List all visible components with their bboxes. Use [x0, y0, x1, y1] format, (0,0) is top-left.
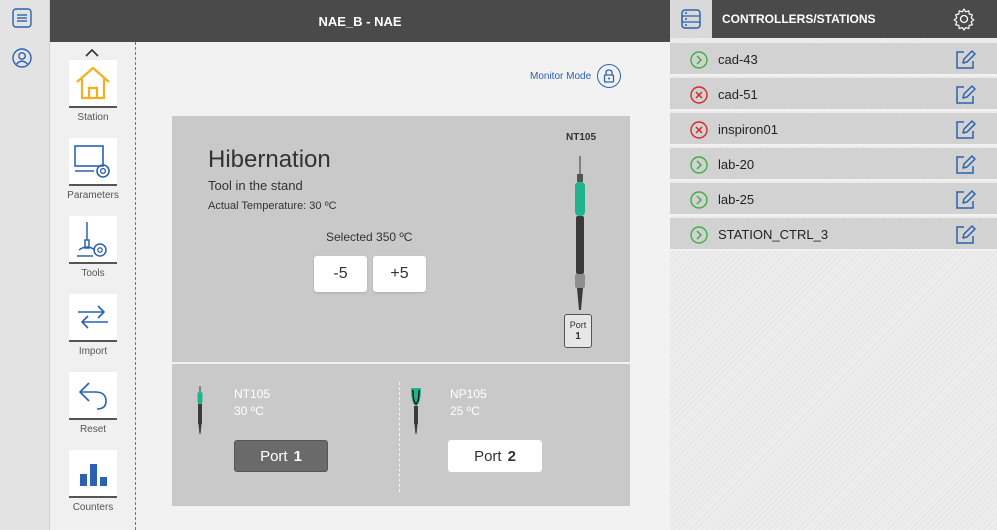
ports-panel: NT105 30 ºC Port 1 NP105 25 ºC Port 2 — [172, 364, 630, 506]
edit-icon[interactable] — [954, 119, 976, 141]
controller-name: cad-51 — [718, 87, 758, 102]
nav-label: Station — [77, 112, 109, 123]
controller-row[interactable]: lab-25 — [670, 183, 997, 216]
controller-name: cad-43 — [718, 52, 758, 67]
controller-name: STATION_CTRL_3 — [718, 227, 829, 242]
nav-label: Reset — [79, 424, 107, 435]
port1-tool-model: NT105 — [234, 387, 271, 401]
port-1-button[interactable]: Port 1 — [234, 440, 328, 472]
controller-row[interactable]: cad-51 — [670, 78, 997, 111]
parameters-icon — [69, 138, 117, 186]
tool-status-panel: Hibernation Tool in the stand Actual Tem… — [172, 116, 630, 362]
nav-label: Tools — [81, 268, 105, 279]
controller-row[interactable]: inspiron01 — [670, 113, 997, 146]
status-ok-icon — [690, 51, 708, 69]
gear-icon[interactable] — [952, 7, 976, 31]
port-2-number: 2 — [507, 447, 516, 465]
decrease-temp-button[interactable]: -5 — [314, 256, 367, 292]
edit-icon[interactable] — [954, 154, 976, 176]
nav-label: Parameters — [67, 190, 119, 201]
port-badge: Port 1 — [564, 314, 592, 348]
port-badge-number: 1 — [575, 331, 581, 342]
edit-icon[interactable] — [954, 189, 976, 211]
edit-icon[interactable] — [954, 224, 976, 246]
left-rail — [0, 0, 50, 530]
status-error-icon — [690, 121, 708, 139]
controller-row[interactable]: lab-20 — [670, 148, 997, 181]
port1-tool-info: NT105 30 ºC — [234, 386, 270, 420]
monitor-mode-label: Monitor Mode — [530, 70, 592, 82]
user-icon[interactable] — [11, 47, 33, 69]
port2-tool-info: NP105 25 ºC — [450, 386, 487, 420]
ports-divider — [399, 382, 400, 492]
port-2-label: Port — [474, 447, 502, 465]
nav-label: Import — [78, 346, 108, 357]
status-ok-icon — [690, 156, 708, 174]
lock-icon[interactable] — [597, 64, 622, 88]
controller-name: lab-25 — [718, 192, 755, 207]
selected-temperature: Selected 350 ºC — [326, 230, 413, 244]
nav-label: Counters — [72, 502, 114, 513]
station-header: NAE_B - NAE — [50, 0, 670, 42]
port2-tool-model: NP105 — [450, 387, 487, 401]
station-main: Monitor Mode Hibernation Tool in the sta… — [136, 42, 670, 530]
nav-column: Station Parameters Tools Import Reset Co… — [50, 42, 136, 530]
reset-icon — [69, 372, 117, 420]
nav-item-tools[interactable]: Tools — [68, 216, 118, 279]
tool-model-label: NT105 — [566, 132, 597, 143]
actual-temperature: Actual Temperature: 30 ºC — [208, 200, 337, 212]
increase-temp-button[interactable]: +5 — [373, 256, 426, 292]
port1-tool-icon — [197, 386, 203, 434]
tools-icon — [69, 216, 117, 264]
port-1-number: 1 — [293, 447, 302, 465]
scroll-up-chevron-icon[interactable] — [84, 46, 100, 58]
port-2-button[interactable]: Port 2 — [448, 440, 542, 472]
monitor-mode[interactable]: Monitor Mode — [530, 64, 622, 88]
controllers-header: CONTROLLERS/STATIONS — [670, 0, 997, 38]
import-arrows-icon — [69, 294, 117, 342]
status-ok-icon — [690, 226, 708, 244]
controllers-title: CONTROLLERS/STATIONS — [722, 12, 876, 26]
nav-item-counters[interactable]: Counters — [68, 450, 118, 513]
port-1-label: Port — [260, 447, 288, 465]
edit-icon[interactable] — [954, 49, 976, 71]
port-badge-label: Port — [569, 320, 587, 330]
edit-icon[interactable] — [954, 84, 976, 106]
port2-tool-icon — [411, 388, 421, 434]
nav-item-station[interactable]: Station — [68, 60, 118, 123]
nav-item-import[interactable]: Import — [68, 294, 118, 357]
nav-item-reset[interactable]: Reset — [68, 372, 118, 435]
controller-name: inspiron01 — [718, 122, 778, 137]
home-icon — [69, 60, 117, 108]
controller-row[interactable]: STATION_CTRL_3 — [670, 218, 997, 251]
soldering-tool-icon — [575, 156, 585, 310]
status-title: Hibernation — [208, 146, 331, 173]
server-icon[interactable] — [670, 0, 712, 38]
port2-tool-temp: 25 ºC — [450, 404, 480, 418]
status-error-icon — [690, 86, 708, 104]
controller-name: lab-20 — [718, 157, 755, 172]
port1-tool-temp: 30 ºC — [234, 404, 264, 418]
status-subtitle: Tool in the stand — [208, 178, 303, 193]
status-ok-icon — [690, 191, 708, 209]
nav-item-parameters[interactable]: Parameters — [67, 138, 119, 201]
controller-row[interactable]: cad-43 — [670, 43, 997, 76]
controllers-panel: CONTROLLERS/STATIONS cad-43 cad-51 inspi… — [670, 0, 997, 530]
counters-chart-icon — [69, 450, 117, 498]
page-title: NAE_B - NAE — [318, 13, 402, 29]
menu-icon[interactable] — [11, 7, 33, 29]
